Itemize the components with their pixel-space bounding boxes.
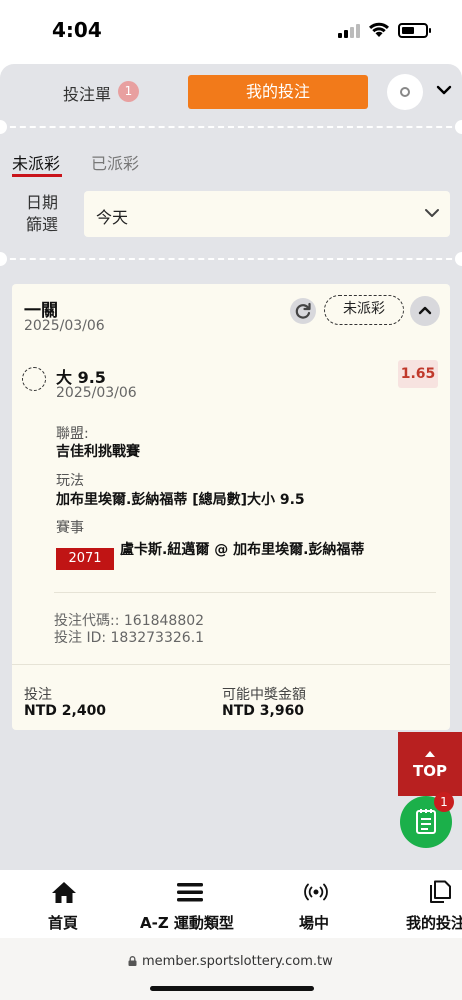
market-label: 玩法 — [56, 473, 84, 489]
divider — [54, 592, 436, 593]
bet-date: 2025/03/06 — [24, 318, 105, 334]
stake-label: 投注 — [24, 687, 52, 703]
tab-unsettled[interactable]: 未派彩 — [12, 150, 60, 174]
nav-label-live: 場中 — [299, 914, 330, 932]
nav-label-home: 首頁 — [48, 914, 79, 932]
cellular-signal-icon — [338, 24, 360, 38]
nav-label-my-bets: 我的投注 — [406, 914, 462, 932]
ticket-notch — [0, 252, 7, 266]
lock-icon — [128, 956, 137, 966]
active-tab-indicator — [12, 174, 62, 177]
nav-item-home[interactable]: 首頁 — [26, 870, 102, 938]
refresh-button[interactable] — [290, 298, 316, 324]
betslip-count-badge: 1 — [118, 81, 139, 102]
date-filter-select[interactable]: 今天 — [84, 191, 450, 237]
status-bar: 4:04 — [0, 0, 462, 64]
divider — [12, 664, 450, 665]
browser-url-bar[interactable]: member.sportslottery.com.tw — [0, 938, 462, 1000]
home-icon — [52, 882, 76, 903]
chevron-up-icon — [418, 306, 432, 315]
payout-label: 可能中獎金額 — [222, 687, 306, 703]
copy-icon — [430, 880, 451, 903]
chevron-down-icon[interactable] — [436, 82, 452, 98]
bottom-nav: 首頁 A-Z 運動類型 場中 我的投注 — [0, 870, 462, 938]
settings-button[interactable] — [387, 74, 423, 110]
payout-value: NTD 3,960 — [222, 703, 305, 719]
event-label: 賽事 — [56, 520, 84, 536]
market-value: 加布里埃爾.彭納福蒂 [總局數]大小 9.5 — [56, 492, 305, 508]
date-filter-label: 日期篩選 — [25, 193, 58, 234]
nav-item-az-sports[interactable]: A-Z 運動類型 — [134, 870, 246, 938]
pending-status-icon — [22, 367, 46, 391]
nav-item-my-bets[interactable]: 我的投注 — [396, 870, 462, 938]
gear-icon — [400, 87, 410, 97]
nav-item-live[interactable]: 場中 — [286, 870, 346, 938]
nav-label-az-sports: A-Z 運動類型 — [140, 914, 234, 932]
collapse-bet-button[interactable] — [410, 296, 440, 326]
floating-betslip-count: 1 — [434, 792, 454, 812]
ticket-notch — [455, 252, 462, 266]
ticket-notch — [455, 120, 462, 134]
league-label: 聯盟: — [56, 426, 89, 442]
wifi-icon — [369, 22, 389, 37]
menu-icon — [177, 883, 203, 902]
dashed-divider — [0, 126, 462, 128]
chevron-down-icon — [425, 209, 439, 217]
betslip-header: 投注單 1 我的投注 — [0, 64, 462, 120]
odds-badge: 1.65 — [398, 360, 438, 388]
home-indicator — [150, 986, 314, 991]
selection-date: 2025/03/06 — [56, 385, 137, 401]
status-time: 4:04 — [52, 18, 102, 42]
date-filter-value: 今天 — [96, 208, 129, 227]
bet-status-badge: 未派彩 — [324, 295, 404, 325]
my-bets-button[interactable]: 我的投注 — [188, 75, 368, 109]
live-broadcast-icon — [304, 883, 328, 901]
url-text: member.sportslottery.com.tw — [142, 954, 333, 969]
top-label: TOP — [413, 762, 447, 780]
league-value: 吉佳利挑戰賽 — [56, 444, 140, 460]
betslip-panel: 投注單 1 我的投注 未派彩 已派彩 日期篩選 今天 一關 2025/03/06 — [0, 64, 462, 870]
ticket-notch — [0, 120, 7, 134]
betslip-tab[interactable]: 投注單 — [63, 81, 111, 105]
event-name: 盧卡斯.紐邁爾 @ 加布里埃爾.彭納福蒂 — [120, 542, 365, 558]
bet-card: 一關 2025/03/06 未派彩 大 9.5 2025/03/06 1.65 … — [12, 284, 450, 730]
bet-id: 投注 ID: 183273326.1 — [54, 630, 205, 646]
event-code-badge: 2071 — [56, 548, 114, 570]
battery-icon — [398, 23, 431, 38]
arrow-up-icon — [425, 751, 435, 757]
dashed-divider — [0, 258, 462, 260]
tab-settled[interactable]: 已派彩 — [91, 150, 139, 174]
scroll-to-top-button[interactable]: TOP — [398, 732, 462, 796]
stake-value: NTD 2,400 — [24, 703, 107, 719]
refresh-icon — [295, 302, 311, 319]
